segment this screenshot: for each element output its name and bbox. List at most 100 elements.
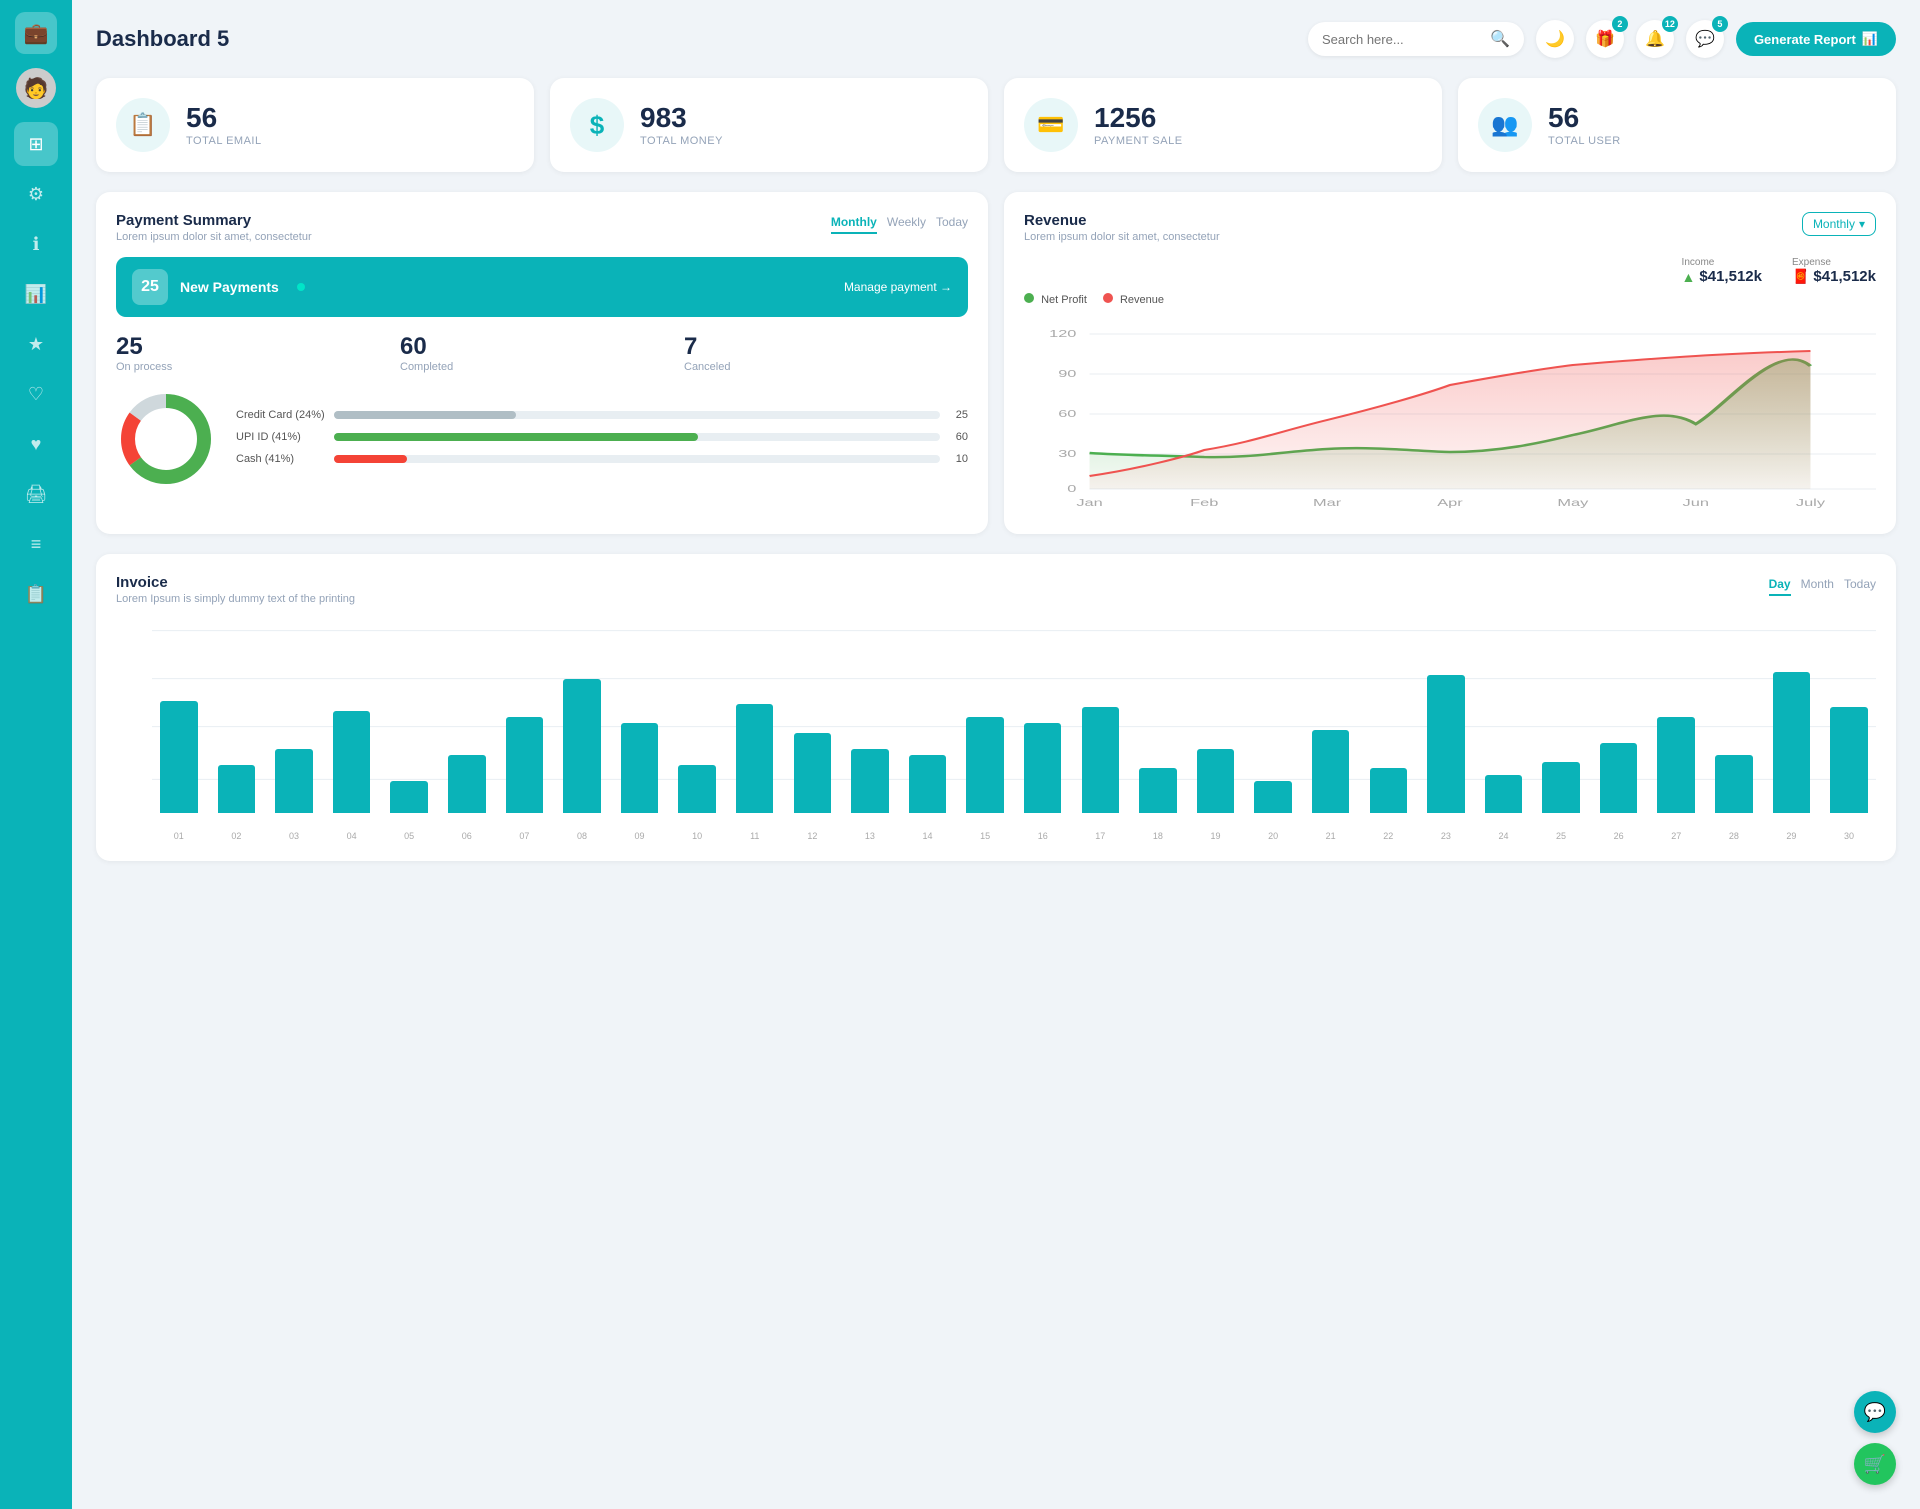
stat-card-money: $ 983 TOTAL MONEY <box>550 78 988 172</box>
svg-text:0: 0 <box>1067 483 1077 494</box>
sidebar-item-dashboard[interactable]: ⊞ <box>14 122 58 166</box>
avatar[interactable]: 🧑 <box>16 68 56 108</box>
invoice-bar-label: 30 <box>1822 831 1876 841</box>
invoice-bar[interactable] <box>1312 730 1350 813</box>
sidebar-item-chart[interactable]: 📊 <box>14 272 58 316</box>
dark-mode-button[interactable]: 🌙 <box>1536 20 1574 58</box>
on-process-num: 25 <box>116 333 400 361</box>
svg-text:120: 120 <box>1049 328 1077 339</box>
invoice-bar[interactable] <box>678 765 716 813</box>
header: Dashboard 5 🔍 🌙 🎁 2 🔔 12 💬 5 Gen <box>96 20 1896 58</box>
money-stat-num: 983 <box>640 103 723 134</box>
invoice-bar-group <box>1419 621 1473 813</box>
stat-on-process: 25 On process <box>116 333 400 373</box>
invoice-bar[interactable] <box>1139 768 1177 813</box>
invoice-bar-group <box>382 621 436 813</box>
search-box[interactable]: 🔍 <box>1308 22 1524 56</box>
invoice-bar-label: 25 <box>1534 831 1588 841</box>
tab-monthly[interactable]: Monthly <box>831 212 877 234</box>
bar-fill-cash <box>334 455 407 463</box>
invoice-bar[interactable] <box>1600 743 1638 813</box>
cart-fab[interactable]: 🛒 <box>1854 1443 1896 1485</box>
invoice-bar[interactable] <box>333 711 371 813</box>
invoice-bar-group <box>901 621 955 813</box>
payment-summary-header: Payment Summary Lorem ipsum dolor sit am… <box>116 212 968 243</box>
canceled-label: Canceled <box>684 361 968 373</box>
sidebar-item-list[interactable]: 📋 <box>14 572 58 616</box>
invoice-bar[interactable] <box>1024 723 1062 813</box>
svg-text:60: 60 <box>1058 408 1077 419</box>
invoice-bar-group <box>1707 621 1761 813</box>
revenue-monthly-dropdown[interactable]: Monthly ▾ <box>1802 212 1876 236</box>
sidebar-item-print[interactable]: 🖨 <box>14 472 58 516</box>
invoice-bar-label: 07 <box>498 831 552 841</box>
invoice-bar[interactable] <box>1254 781 1292 813</box>
invoice-bar-label: 01 <box>152 831 206 841</box>
search-icon: 🔍 <box>1490 29 1510 49</box>
invoice-bar[interactable] <box>909 755 947 813</box>
sidebar-item-menu[interactable]: ≡ <box>14 522 58 566</box>
bell-button[interactable]: 🔔 12 <box>1636 20 1674 58</box>
chat-badge: 5 <box>1712 16 1728 32</box>
invoice-bar[interactable] <box>736 704 774 813</box>
sidebar-item-heart-outline[interactable]: ♡ <box>14 372 58 416</box>
invoice-bar[interactable] <box>506 717 544 813</box>
gift-button[interactable]: 🎁 2 <box>1586 20 1624 58</box>
invoice-bar[interactable] <box>966 717 1004 813</box>
svg-text:30: 30 <box>1058 448 1077 459</box>
invoice-bar-label: 26 <box>1592 831 1646 841</box>
invoice-bar[interactable] <box>218 765 256 813</box>
invoice-bar[interactable] <box>275 749 313 813</box>
sidebar-logo[interactable]: 💼 <box>15 12 57 54</box>
invoice-bar-group <box>670 621 724 813</box>
invoice-bar[interactable] <box>390 781 428 813</box>
payment-stat-icon: 💳 <box>1024 98 1078 152</box>
invoice-bar[interactable] <box>851 749 889 813</box>
invoice-bar-group <box>1534 621 1588 813</box>
invoice-bar[interactable] <box>448 755 486 813</box>
invoice-bar-label: 17 <box>1074 831 1128 841</box>
email-stat-num: 56 <box>186 103 262 134</box>
revenue-subtitle: Lorem ipsum dolor sit amet, consectetur <box>1024 231 1220 243</box>
invoice-bar[interactable] <box>794 733 832 813</box>
sidebar-item-star[interactable]: ★ <box>14 322 58 366</box>
income-box: Income ▲ $41,512k <box>1682 257 1762 285</box>
tab-weekly[interactable]: Weekly <box>887 212 926 234</box>
invoice-bar[interactable] <box>1082 707 1120 813</box>
tab-today[interactable]: Today <box>936 212 968 234</box>
invoice-bar[interactable] <box>1370 768 1408 813</box>
search-input[interactable] <box>1322 32 1482 47</box>
chat-button[interactable]: 💬 5 <box>1686 20 1724 58</box>
bar-row-upi: UPI ID (41%) 60 <box>236 431 968 443</box>
sidebar-item-heart[interactable]: ♥ <box>14 422 58 466</box>
invoice-bar[interactable] <box>621 723 659 813</box>
tab-month[interactable]: Month <box>1801 574 1834 596</box>
support-fab[interactable]: 💬 <box>1854 1391 1896 1433</box>
tab-today-invoice[interactable]: Today <box>1844 574 1876 596</box>
sidebar-item-settings[interactable]: ⚙ <box>14 172 58 216</box>
invoice-bar[interactable] <box>563 679 601 813</box>
payment-stat-num: 1256 <box>1094 103 1183 134</box>
invoice-bar-label: 13 <box>843 831 897 841</box>
money-stat-icon: $ <box>570 98 624 152</box>
svg-text:Mar: Mar <box>1313 497 1342 508</box>
invoice-bar[interactable] <box>1197 749 1235 813</box>
tab-day[interactable]: Day <box>1769 574 1791 596</box>
invoice-bar[interactable] <box>1427 675 1465 813</box>
invoice-bar[interactable] <box>1485 775 1523 813</box>
generate-report-button[interactable]: Generate Report 📊 <box>1736 22 1896 56</box>
invoice-bar-group <box>1016 621 1070 813</box>
bar-fill-creditcard <box>334 411 516 419</box>
invoice-bar[interactable] <box>1830 707 1868 813</box>
revenue-amounts: Income ▲ $41,512k Expense 🧧 $41,512k <box>1024 257 1876 285</box>
invoice-bar-group <box>786 621 840 813</box>
invoice-bar[interactable] <box>1542 762 1580 813</box>
manage-payment-link[interactable]: Manage payment → <box>844 280 952 294</box>
sidebar-item-info[interactable]: ℹ <box>14 222 58 266</box>
invoice-bar[interactable] <box>160 701 198 813</box>
generate-label: Generate Report <box>1754 32 1856 47</box>
invoice-bar[interactable] <box>1715 755 1753 813</box>
invoice-bar-label: 16 <box>1016 831 1070 841</box>
invoice-bar[interactable] <box>1657 717 1695 813</box>
invoice-bar[interactable] <box>1773 672 1811 813</box>
